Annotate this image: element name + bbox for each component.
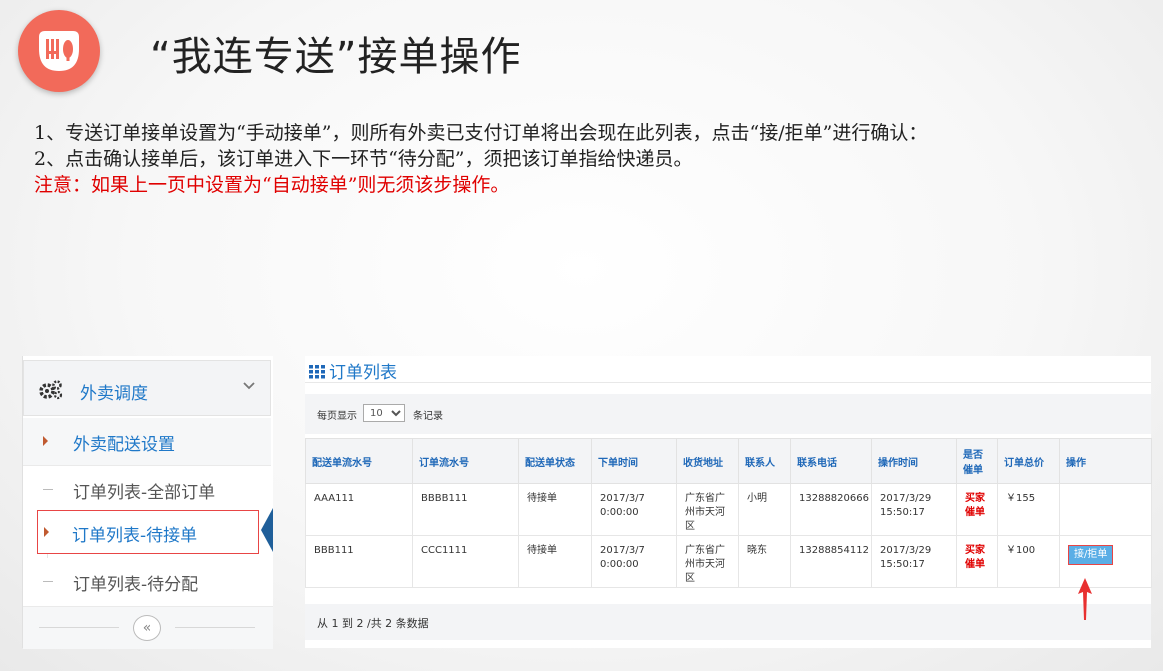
- cell-phone: 13288820666: [790, 483, 872, 536]
- instructions: 1、专送订单接单设置为“手动接单”，则所有外卖已支付订单将出会现在此列表，点击“…: [34, 120, 1144, 198]
- cell-contact: 小明: [738, 483, 791, 536]
- sidebar: 外卖调度 外卖配送设置 订单列表-全部订单 订单列表-待接单 订单列表-待分配 …: [22, 356, 273, 649]
- table-row: AAA111 BBBB111 待接单 2017/3/7 0:00:00 广东省广…: [305, 483, 1152, 536]
- page-size-suffix: 条记录: [413, 411, 443, 422]
- page-size-prefix: 每页显示: [317, 411, 357, 422]
- instruction-line-1: 1、专送订单接单设置为“手动接单”，则所有外卖已支付订单将出会现在此列表，点击“…: [34, 122, 928, 144]
- cell-total: ￥155: [997, 483, 1060, 536]
- divider: [39, 627, 119, 628]
- grid-icon: [309, 365, 325, 379]
- column-header[interactable]: 配送单状态: [518, 438, 592, 484]
- instruction-line-2: 2、点击确认接单后，该订单进入下一环节“待分配”，须把该订单指给快递员。: [34, 148, 693, 170]
- caret-right-icon: [44, 527, 49, 537]
- column-header[interactable]: 操作时间: [871, 438, 957, 484]
- cell-address: 广东省广州市天河区: [676, 483, 739, 536]
- cell-action: 接/拒单: [1059, 535, 1152, 588]
- cell-action: [1059, 483, 1152, 536]
- cell-phone: 13288854112: [790, 535, 872, 588]
- column-header[interactable]: 订单流水号: [412, 438, 519, 484]
- sidebar-footer: «: [23, 606, 273, 649]
- cell-contact: 晓东: [738, 535, 791, 588]
- order-list-panel: 订单列表 每页显示 10 条记录 配送单流水号 订单流水号 配送单状态 下单时间…: [305, 356, 1152, 648]
- cell-order-time: 2017/3/7 0:00:00: [591, 535, 677, 588]
- sidebar-item-label: 订单列表-待接单: [72, 526, 198, 546]
- divider: [175, 627, 255, 628]
- restaurant-logo-icon: [39, 31, 79, 71]
- sidebar-item-delivery-settings[interactable]: 外卖配送设置: [23, 418, 271, 466]
- caret-right-icon: [43, 436, 48, 446]
- column-header: 操作: [1059, 438, 1152, 484]
- double-chevron-left-icon[interactable]: «: [133, 615, 161, 641]
- column-header[interactable]: 是否催单: [956, 438, 998, 484]
- column-header[interactable]: 联系人: [738, 438, 791, 484]
- table-row: BBB111 CCC1111 待接单 2017/3/7 0:00:00 广东省广…: [305, 535, 1152, 588]
- table-toolbar: 每页显示 10 条记录: [305, 394, 1151, 434]
- page-size-select[interactable]: 10: [363, 404, 405, 422]
- divider: [305, 382, 1151, 383]
- sidebar-item-pending-accept[interactable]: 订单列表-待接单: [37, 510, 259, 554]
- sidebar-item-label: 订单列表-待分配: [73, 575, 199, 595]
- gears-icon: [39, 380, 63, 400]
- cell-order-time: 2017/3/7 0:00:00: [591, 483, 677, 536]
- chevron-down-icon[interactable]: [242, 381, 256, 391]
- cell-urge: 买家催单: [956, 535, 998, 588]
- panel-title: 订单列表: [309, 358, 397, 383]
- sidebar-item-label: 外卖配送设置: [73, 435, 175, 455]
- column-header[interactable]: 下单时间: [591, 438, 677, 484]
- cell-address: 广东省广州市天河区: [676, 535, 739, 588]
- table-header-row: 配送单流水号 订单流水号 配送单状态 下单时间 收货地址 联系人 联系电话 操作…: [305, 438, 1152, 484]
- sidebar-item-pending-assign[interactable]: 订单列表-待分配: [23, 558, 271, 606]
- cell-order-no: BBBB111: [412, 483, 519, 536]
- cell-op-time: 2017/3/29 15:50:17: [871, 535, 957, 588]
- orders-table: 配送单流水号 订单流水号 配送单状态 下单时间 收货地址 联系人 联系电话 操作…: [305, 438, 1152, 588]
- page-title: “我连专送”接单操作: [150, 34, 522, 80]
- instruction-note: 注意：如果上一页中设置为“自动接单”则无须该步操作。: [34, 174, 510, 196]
- column-header[interactable]: 收货地址: [676, 438, 739, 484]
- tree-branch: [43, 581, 53, 582]
- column-header[interactable]: 联系电话: [790, 438, 872, 484]
- cell-delivery-no: AAA111: [305, 483, 413, 536]
- sidebar-group-label: 外卖调度: [80, 384, 148, 404]
- cell-order-no: CCC1111: [412, 535, 519, 588]
- active-item-pointer: [261, 508, 273, 552]
- sidebar-group-dispatch[interactable]: 外卖调度: [23, 360, 271, 416]
- app-logo: [18, 10, 100, 92]
- cell-urge: 买家催单: [956, 483, 998, 536]
- panel-title-text: 订单列表: [329, 363, 397, 383]
- cell-delivery-no: BBB111: [305, 535, 413, 588]
- column-header[interactable]: 订单总价: [997, 438, 1060, 484]
- sidebar-item-all-orders[interactable]: 订单列表-全部订单: [23, 466, 271, 514]
- cell-status: 待接单: [518, 483, 592, 536]
- cell-op-time: 2017/3/29 15:50:17: [871, 483, 957, 536]
- red-up-arrow-icon: [1078, 578, 1092, 620]
- sidebar-item-label: 订单列表-全部订单: [73, 483, 216, 503]
- tree-branch: [43, 489, 53, 490]
- column-header[interactable]: 配送单流水号: [305, 438, 413, 484]
- accept-reject-button[interactable]: 接/拒单: [1068, 545, 1114, 565]
- cell-total: ￥100: [997, 535, 1060, 588]
- cell-status: 待接单: [518, 535, 592, 588]
- record-count: 从 1 到 2 /共 2 条数据: [317, 617, 429, 630]
- table-footer: 从 1 到 2 /共 2 条数据: [305, 604, 1151, 640]
